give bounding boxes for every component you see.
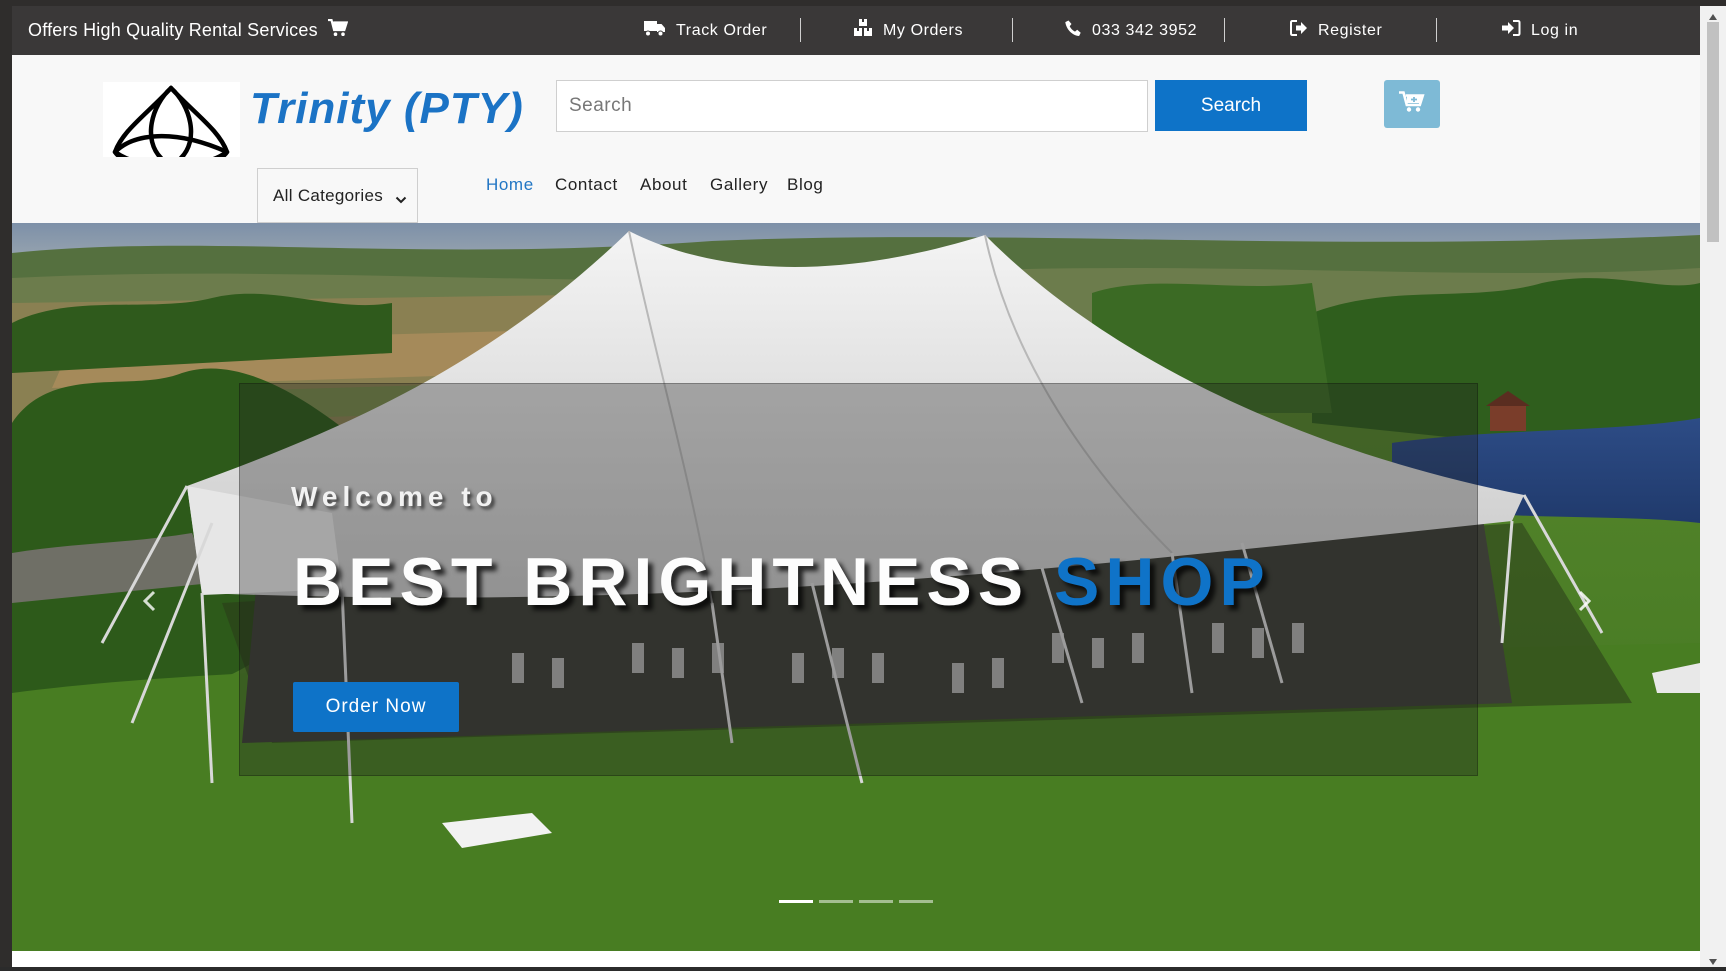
carousel-dot[interactable] — [899, 900, 933, 903]
divider — [1436, 18, 1437, 42]
triquetra-logo-icon — [112, 85, 230, 167]
cart-button[interactable] — [1384, 80, 1440, 128]
top-bar: Offers High Quality Rental Services Trac… — [12, 6, 1700, 55]
carousel-dot[interactable] — [859, 900, 893, 903]
truck-icon — [644, 20, 676, 42]
boxes-icon — [854, 19, 883, 42]
nav-blog[interactable]: Blog — [787, 175, 823, 195]
hero-welcome-text: Welcome to — [291, 481, 498, 512]
cart-icon — [1399, 90, 1425, 118]
hero-headline-main: BEST BRIGHTNESS — [293, 544, 1030, 620]
hero-headline-accent: SHOP — [1053, 544, 1271, 620]
hero-headline: BEST BRIGHTNESS SHOP — [293, 543, 1271, 621]
sign-in-icon — [1502, 20, 1531, 41]
search-input[interactable] — [556, 80, 1148, 132]
divider — [800, 18, 801, 42]
nav-gallery[interactable]: Gallery — [710, 175, 768, 195]
register-link[interactable]: Register — [1290, 6, 1382, 55]
chevron-down-icon — [395, 189, 407, 209]
main-nav: All Categories Home Contact About Galler… — [12, 157, 1700, 224]
track-order-label: Track Order — [676, 21, 768, 39]
nav-about[interactable]: About — [640, 175, 687, 195]
login-link[interactable]: Log in — [1502, 6, 1578, 55]
divider — [1224, 18, 1225, 42]
brand-name[interactable]: Trinity (PTY) — [250, 84, 524, 134]
scroll-down-arrow-icon[interactable] — [1708, 953, 1718, 965]
my-orders-label: My Orders — [883, 21, 964, 39]
phone-number: 033 342 3952 — [1092, 21, 1198, 39]
sign-out-icon — [1290, 20, 1318, 41]
chevron-right-icon — [1578, 590, 1592, 617]
carousel-prev-button[interactable] — [129, 583, 169, 623]
phone-icon — [1065, 20, 1092, 42]
scroll-up-arrow-icon[interactable] — [1708, 8, 1718, 20]
carousel-indicators — [779, 900, 933, 903]
register-label: Register — [1318, 21, 1383, 39]
category-select-value: All Categories — [273, 185, 384, 205]
phone-link[interactable]: 033 342 3952 — [1065, 6, 1197, 55]
nav-home[interactable]: Home — [486, 175, 534, 195]
login-label: Log in — [1531, 21, 1579, 39]
logo[interactable] — [103, 82, 240, 168]
carousel-next-button[interactable] — [1565, 583, 1605, 623]
carousel-dot[interactable] — [779, 900, 813, 903]
divider — [1012, 18, 1013, 42]
nav-contact[interactable]: Contact — [555, 175, 618, 195]
hero-carousel: Welcome to BEST BRIGHTNESS SHOP Order No… — [12, 223, 1700, 951]
my-orders-link[interactable]: My Orders — [854, 6, 963, 55]
carousel-dot[interactable] — [819, 900, 853, 903]
page-viewport: Offers High Quality Rental Services Trac… — [12, 6, 1700, 967]
page-scrollbar[interactable] — [1700, 6, 1726, 967]
category-select[interactable]: All Categories — [257, 168, 418, 223]
scrollbar-thumb[interactable] — [1707, 22, 1719, 242]
order-now-button[interactable]: Order Now — [293, 682, 459, 732]
site-header: Trinity (PTY) Search — [12, 55, 1700, 206]
chevron-left-icon — [142, 590, 156, 617]
top-links: Track Order My Orders 033 342 3952 Regis… — [12, 6, 1700, 55]
track-order-link[interactable]: Track Order — [644, 6, 767, 55]
search-button[interactable]: Search — [1155, 80, 1307, 131]
